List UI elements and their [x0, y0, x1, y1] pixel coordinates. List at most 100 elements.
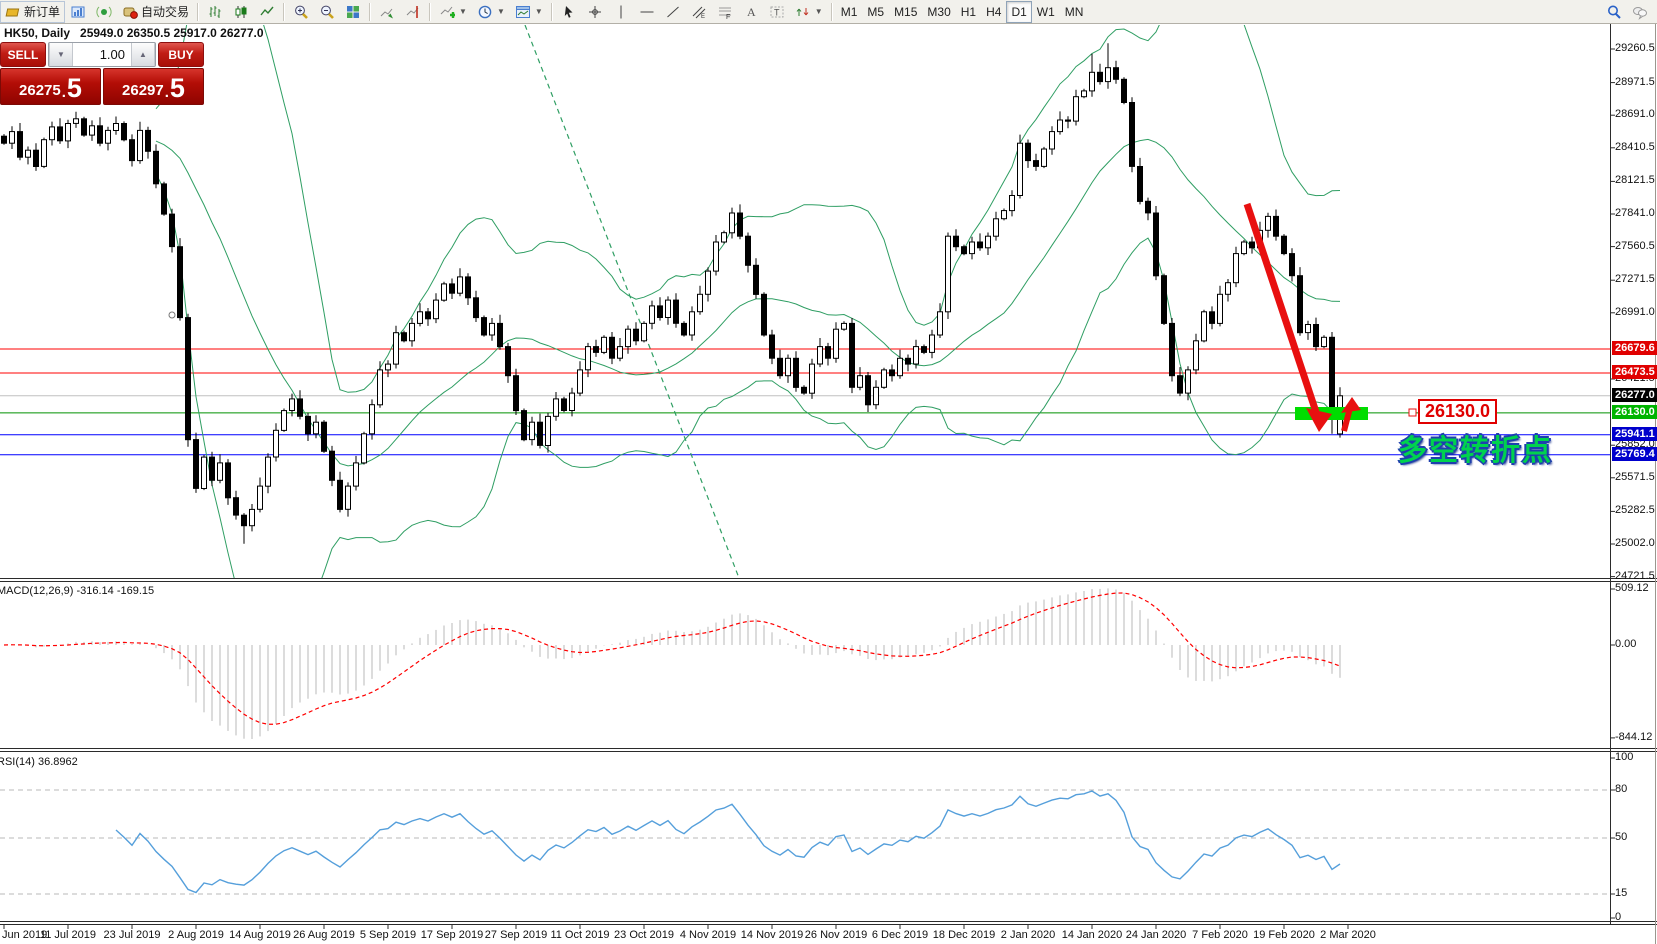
toolbar: 新订单 自动交易 ▼ ▼ ▼ E F A T ▼ M1 M5 M15 M30 H1 H4 D1 W1 MN: [0, 0, 1657, 24]
rsi-axis-label: 50: [1615, 831, 1628, 843]
autotrading-button[interactable]: 自动交易: [117, 1, 194, 23]
fibonacci-icon: F: [718, 7, 731, 20]
trendline-button[interactable]: [660, 1, 686, 23]
chevron-down-icon: ▼: [459, 7, 467, 16]
templates-button[interactable]: ▼: [510, 1, 548, 23]
price-axis-label: 25002.0: [1615, 537, 1655, 549]
price-badge: 26130.0: [1612, 404, 1657, 419]
buy-button[interactable]: BUY: [158, 42, 204, 67]
search-button[interactable]: [1601, 1, 1627, 23]
chevron-down-icon: ▼: [814, 7, 823, 16]
volume-stepper: ▼ 1.00 ▲: [48, 42, 156, 67]
tf-w1-button-label: W1: [1036, 4, 1055, 19]
buy-price-main: 26297: [122, 82, 164, 99]
price-axis-label: 27271.5: [1615, 273, 1655, 286]
volume-value[interactable]: 1.00: [73, 43, 131, 66]
text-button[interactable]: A: [738, 1, 764, 23]
volume-up-button[interactable]: ▲: [131, 43, 155, 66]
tf-h1-button[interactable]: H1: [956, 1, 981, 23]
date-axis-label: 24 Jan 2020: [1125, 929, 1187, 941]
signals-button[interactable]: [91, 1, 117, 23]
arrows-button[interactable]: ▼: [790, 1, 828, 23]
buy-price[interactable]: 26297 . 5: [103, 68, 204, 105]
vline-button[interactable]: [608, 1, 634, 23]
date-axis-label: 5 Sep 2019: [359, 929, 417, 941]
vline-icon: [620, 5, 622, 18]
date-axis-label: 11 Oct 2019: [550, 929, 610, 941]
date-axis-label: 26 Nov 2019: [804, 929, 868, 941]
crosshair-icon: [588, 5, 601, 18]
tf-h4-button[interactable]: H4: [981, 1, 1006, 23]
chart-canvas[interactable]: [0, 0, 1657, 944]
date-axis-label: 11 Jul 2019: [39, 929, 97, 941]
toolbar-separator: [429, 2, 432, 21]
tf-mn-button[interactable]: MN: [1060, 1, 1089, 23]
toolbar-separator: [283, 2, 286, 21]
zoom-out-button[interactable]: [314, 1, 340, 23]
channel-button[interactable]: E: [686, 1, 712, 23]
price-badge: 26277.0: [1612, 387, 1657, 402]
charts-button[interactable]: [65, 1, 91, 23]
clock-icon: [478, 5, 492, 18]
candles-chart-button[interactable]: [228, 1, 254, 23]
svg-text:E: E: [701, 14, 705, 20]
macd-axis-label: 0.00: [1615, 638, 1637, 650]
chart-shift-button[interactable]: [400, 1, 426, 23]
label-button[interactable]: T: [764, 1, 790, 23]
cursor-button[interactable]: [556, 1, 582, 23]
hline-button[interactable]: [634, 1, 660, 23]
hline-icon: [640, 11, 654, 12]
chevron-down-icon: ▼: [534, 7, 543, 16]
tf-m30-button[interactable]: M30: [922, 1, 955, 23]
date-axis-label: 23 Jul 2019: [103, 929, 161, 941]
tf-m15-button[interactable]: M15: [889, 1, 922, 23]
date-axis-label: 2 Jan 2020: [1000, 929, 1056, 941]
text-icon: A: [747, 5, 756, 19]
indicators-button[interactable]: ▼: [434, 1, 472, 23]
tf-m1-button[interactable]: M1: [836, 1, 863, 23]
date-axis-label: 6 Dec 2019: [871, 929, 929, 941]
candles-icon: [235, 5, 247, 18]
new-order-button[interactable]: 新订单: [0, 0, 66, 23]
turning-point-note[interactable]: 多空转折点: [1398, 427, 1553, 469]
price-axis-label: 28691.0: [1615, 108, 1655, 121]
macd-axis-label: -844.12: [1615, 730, 1653, 743]
svg-text:F: F: [726, 14, 730, 20]
volume-down-button[interactable]: ▼: [49, 43, 73, 66]
price-axis-label: 28121.5: [1615, 174, 1655, 187]
date-axis-label: 14 Nov 2019: [740, 929, 804, 941]
rsi-axis-label: 100: [1615, 751, 1634, 763]
tile-windows-button[interactable]: [340, 1, 366, 23]
mt4-window: 新订单 自动交易 ▼ ▼ ▼ E F A T ▼ M1 M5 M15 M30 H1 H4 D1 W1 MN HK50…: [0, 0, 1657, 944]
sell-price[interactable]: 26275 . 5: [0, 68, 101, 105]
date-axis-label: 2 Mar 2020: [1320, 929, 1376, 941]
scroll-group: [374, 1, 426, 23]
bars-chart-button[interactable]: [202, 1, 228, 23]
tag-anchor: [1408, 408, 1417, 417]
date-axis-label: 14 Aug 2019: [229, 929, 291, 941]
line-chart-button[interactable]: [254, 1, 280, 23]
new-order-button-label: 新订单: [24, 5, 61, 19]
periods-button[interactable]: ▼: [472, 1, 510, 23]
tf-m1-button-label: M1: [840, 4, 858, 19]
symbol-period-label: HK50, Daily: [4, 26, 71, 40]
channel-icon: E: [692, 6, 706, 20]
price-axis-label: 28410.5: [1615, 140, 1655, 153]
chat-button[interactable]: [1627, 1, 1653, 23]
fibonacci-button[interactable]: F: [712, 1, 738, 23]
auto-scroll-button[interactable]: [374, 1, 400, 23]
tf-w1-button[interactable]: W1: [1032, 1, 1060, 23]
sell-button[interactable]: SELL: [0, 42, 46, 67]
tf-d1-button-label: D1: [1011, 4, 1027, 19]
zoom-in-button[interactable]: [288, 1, 314, 23]
toolbar-separator: [369, 2, 372, 21]
tf-d1-button[interactable]: D1: [1006, 0, 1032, 23]
crosshair-button[interactable]: [582, 1, 608, 23]
support-price-tag[interactable]: 26130.0: [1418, 399, 1498, 424]
macd-axis-label: 509.12: [1615, 581, 1649, 594]
tf-m5-button[interactable]: M5: [862, 1, 889, 23]
price-axis-label: 28971.5: [1615, 75, 1655, 88]
chat-icon: [1633, 6, 1647, 20]
label-icon: T: [770, 6, 784, 17]
one-click-trading-panel: SELL ▼ 1.00 ▲ BUY 26275 . 5 26297 . 5: [0, 42, 204, 105]
